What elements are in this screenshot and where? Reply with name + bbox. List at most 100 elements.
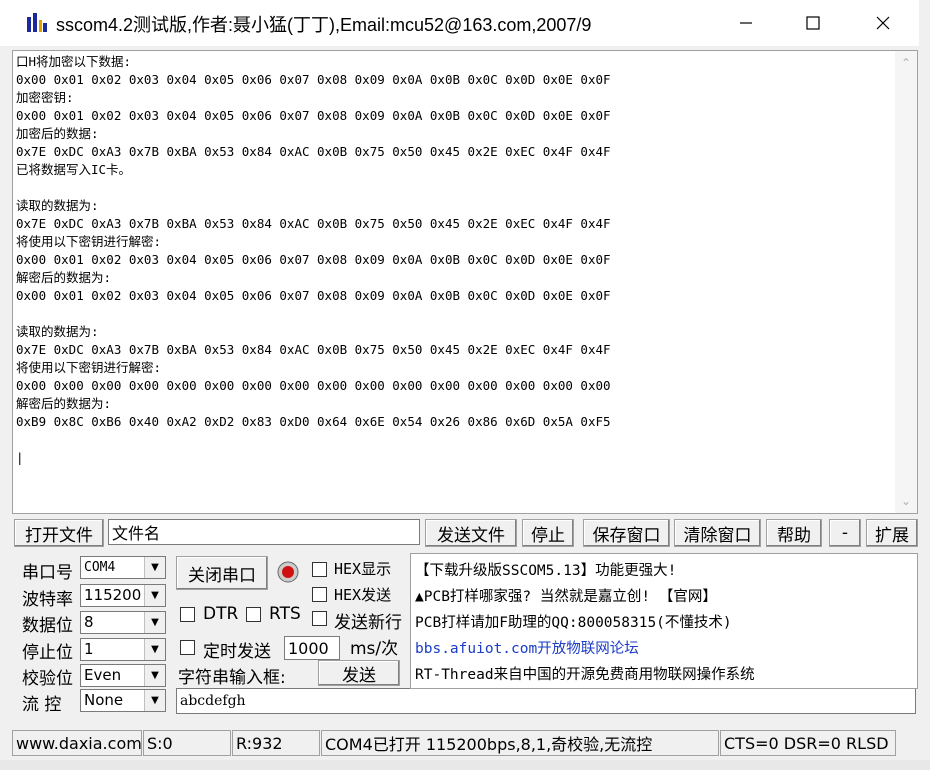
expand-button[interactable]: 扩展 (866, 519, 918, 547)
receive-line: 将使用以下密钥进行解密: (16, 234, 162, 249)
status-site[interactable]: www.daxia.com (12, 730, 142, 756)
help-button[interactable]: 帮助 (766, 519, 822, 547)
scroll-up-icon[interactable]: ⌃ (895, 53, 917, 73)
stop-button[interactable]: 停止 (522, 519, 574, 547)
info-link-forum[interactable]: bbs.afuiot.com开放物联网论坛 (415, 637, 639, 658)
receive-area[interactable]: 口H将加密以下数据: 0x00 0x01 0x02 0x03 0x04 0x05 … (12, 50, 918, 514)
flow-label: 流 控 (22, 695, 62, 715)
info-line-3[interactable]: PCB打样请加F助理的QQ:800058315(不懂技术) (415, 611, 732, 632)
receive-line: | (16, 450, 24, 465)
stopbits-label: 停止位 (22, 643, 73, 663)
hex-display-checkbox[interactable] (312, 562, 327, 577)
port-select[interactable]: COM4 ▼ (80, 556, 166, 579)
close-icon (876, 16, 890, 30)
dtr-label: DTR (203, 604, 239, 624)
receive-line: 0x00 0x01 0x02 0x03 0x04 0x05 0x06 0x07 … (16, 288, 611, 303)
clear-window-button[interactable]: 清除窗口 (674, 519, 761, 547)
receive-line: 加密后的数据: (16, 126, 99, 141)
minimize-button[interactable] (723, 0, 769, 46)
databits-value: 8 (84, 613, 94, 631)
parity-label: 校验位 (22, 669, 73, 689)
minimize-icon (740, 22, 752, 24)
receive-line: 0x7E 0xDC 0xA3 0x7B 0xBA 0x53 0x84 0xAC … (16, 342, 611, 357)
send-newline-checkbox[interactable] (312, 611, 327, 626)
flow-select[interactable]: None ▼ (80, 689, 166, 712)
maximize-button[interactable] (790, 0, 836, 46)
app-window: sscom4.2测试版,作者:聂小猛(丁丁),Email:mcu52@163.c… (0, 0, 919, 770)
baud-label: 波特率 (22, 590, 73, 610)
record-icon[interactable] (277, 561, 299, 583)
status-lines: CTS=0 DSR=0 RLSD (720, 730, 896, 756)
info-panel: 【下载升级版SSCOM5.13】功能更强大! ▲PCB打样哪家强? 当然就是嘉立… (410, 553, 918, 689)
info-line-2[interactable]: ▲PCB打样哪家强? 当然就是嘉立创! 【官网】 (415, 585, 717, 606)
chevron-down-icon[interactable]: ▼ (144, 665, 165, 686)
receive-line: 将使用以下密钥进行解密: (16, 360, 162, 375)
filename-field[interactable]: 文件名 (108, 519, 420, 545)
timed-send-label: 定时发送 (203, 642, 271, 662)
send-file-button[interactable]: 发送文件 (425, 519, 517, 547)
window-title: sscom4.2测试版,作者:聂小猛(丁丁),Email:mcu52@163.c… (56, 15, 592, 35)
minus-button[interactable]: - (829, 519, 861, 547)
chevron-down-icon[interactable]: ▼ (144, 612, 165, 633)
string-input-label: 字符串输入框: (178, 668, 286, 688)
receive-line: 0xB9 0x8C 0xB6 0x40 0xA2 0xD2 0x83 0xD0 … (16, 414, 611, 429)
status-received: R:932 (232, 730, 320, 756)
receive-line: 解密后的数据为: (16, 270, 112, 285)
port-value: COM4 (84, 560, 116, 575)
receive-text[interactable]: 口H将加密以下数据: 0x00 0x01 0x02 0x03 0x04 0x05 … (16, 53, 893, 509)
send-button[interactable]: 发送 (318, 660, 400, 686)
status-sent: S:0 (143, 730, 231, 756)
send-input[interactable]: abcdefgh (176, 688, 916, 714)
baud-value: 115200 (84, 586, 142, 604)
scroll-down-icon[interactable]: ⌄ (895, 491, 917, 511)
desktop-strip (0, 760, 930, 770)
info-line-1[interactable]: 【下载升级版SSCOM5.13】功能更强大! (415, 559, 676, 580)
flow-value: None (84, 691, 124, 709)
baud-select[interactable]: 115200 ▼ (80, 584, 166, 607)
receive-scrollbar[interactable]: ⌃ ⌄ (895, 51, 917, 513)
chevron-down-icon[interactable]: ▼ (144, 585, 165, 606)
timed-send-checkbox[interactable] (180, 640, 195, 655)
app-icon (27, 13, 47, 32)
title-bar[interactable]: sscom4.2测试版,作者:聂小猛(丁丁),Email:mcu52@163.c… (0, 0, 919, 46)
receive-line (16, 305, 893, 323)
hex-send-label: HEX发送 (334, 586, 392, 604)
save-window-button[interactable]: 保存窗口 (583, 519, 670, 547)
interval-input[interactable]: 1000 (284, 636, 340, 660)
receive-line: 读取的数据为: (16, 198, 99, 213)
maximize-icon (806, 16, 820, 30)
receive-line: 口H将加密以下数据: (16, 54, 132, 69)
parity-value: Even (84, 666, 122, 684)
receive-line: 0x00 0x00 0x00 0x00 0x00 0x00 0x00 0x00 … (16, 378, 611, 393)
rts-label: RTS (269, 604, 301, 624)
receive-line: 加密密钥: (16, 90, 74, 105)
receive-line: 0x7E 0xDC 0xA3 0x7B 0xBA 0x53 0x84 0xAC … (16, 216, 611, 231)
receive-line (16, 179, 893, 197)
stopbits-select[interactable]: 1 ▼ (80, 638, 166, 661)
databits-label: 数据位 (22, 616, 73, 636)
open-file-button[interactable]: 打开文件 (14, 519, 104, 547)
receive-line: 解密后的数据为: (16, 396, 112, 411)
receive-line (16, 431, 893, 449)
chevron-down-icon[interactable]: ▼ (144, 639, 165, 660)
databits-select[interactable]: 8 ▼ (80, 611, 166, 634)
status-port-state: COM4已打开 115200bps,8,1,奇校验,无流控 (321, 730, 719, 756)
receive-line: 0x00 0x01 0x02 0x03 0x04 0x05 0x06 0x07 … (16, 252, 611, 267)
receive-line: 0x00 0x01 0x02 0x03 0x04 0x05 0x06 0x07 … (16, 72, 611, 87)
port-label: 串口号 (22, 563, 73, 583)
receive-line: 已将数据写入IC卡。 (16, 162, 132, 177)
receive-line: 0x7E 0xDC 0xA3 0x7B 0xBA 0x53 0x84 0xAC … (16, 144, 611, 159)
send-newline-label: 发送新行 (334, 613, 402, 633)
interval-unit: ms/次 (350, 639, 399, 659)
dtr-checkbox[interactable] (180, 607, 195, 622)
receive-line: 0x00 0x01 0x02 0x03 0x04 0x05 0x06 0x07 … (16, 108, 611, 123)
close-port-button[interactable]: 关闭串口 (176, 556, 268, 590)
close-button[interactable] (860, 0, 906, 46)
chevron-down-icon[interactable]: ▼ (144, 557, 165, 578)
rts-checkbox[interactable] (246, 607, 261, 622)
chevron-down-icon[interactable]: ▼ (144, 690, 165, 711)
hex-display-label: HEX显示 (334, 560, 392, 578)
hex-send-checkbox[interactable] (312, 587, 327, 602)
info-line-5[interactable]: RT-Thread来自中国的开源免费商用物联网操作系统 (415, 663, 755, 684)
parity-select[interactable]: Even ▼ (80, 664, 166, 687)
